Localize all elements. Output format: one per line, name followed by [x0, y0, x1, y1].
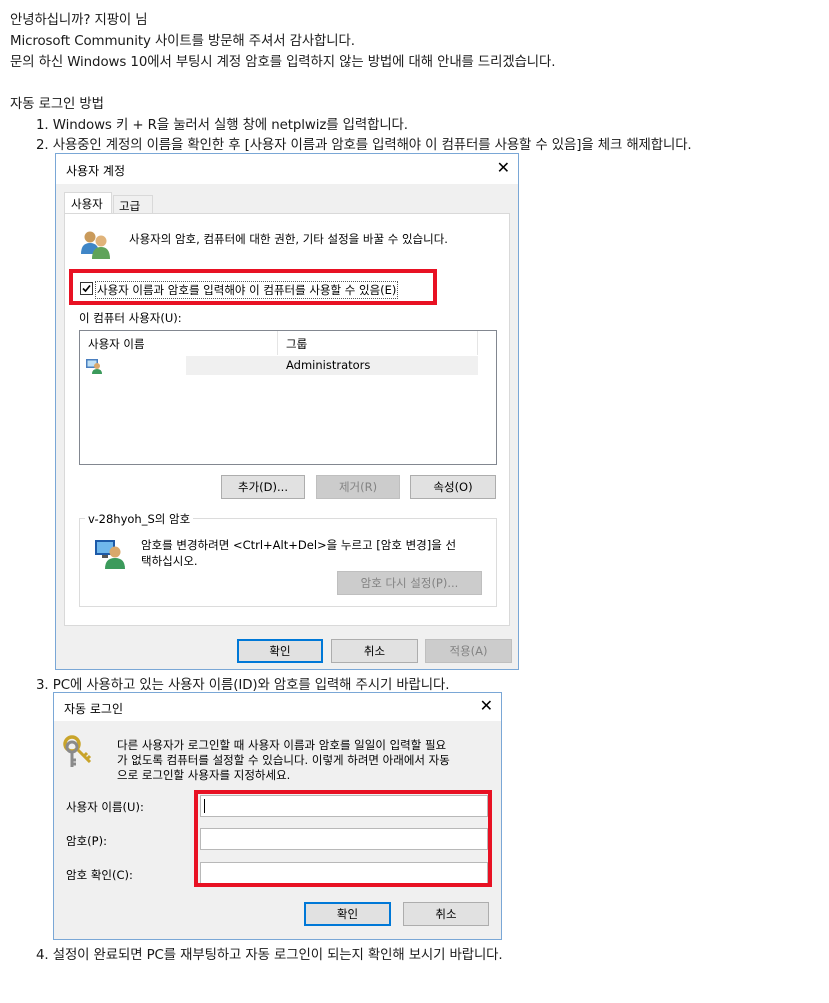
step-4: 4. 설정이 완료되면 PC를 재부팅하고 자동 로그인이 되는지 확인해 보시… [36, 948, 503, 963]
tab-users[interactable]: 사용자 [64, 192, 112, 214]
cancel-button[interactable]: 취소 [331, 639, 418, 663]
password-instructions-1: 암호를 변경하려면 <Ctrl+Alt+Del>을 누르고 [암호 변경]을 선 [141, 538, 457, 552]
password-label: 암호(P): [66, 834, 107, 848]
auto-login-description-3: 으로 로그인할 사용자를 지정하세요. [117, 768, 291, 782]
table-row[interactable]: Administrators [80, 356, 478, 375]
ok-button[interactable]: 확인 [237, 639, 323, 663]
add-user-button[interactable]: 추가(D)... [221, 475, 305, 499]
checkbox-highlight [69, 269, 437, 305]
password-group-title: v-28hyoh_S의 암호 [85, 511, 194, 527]
user-icon [85, 357, 103, 374]
auto-login-description-1: 다른 사용자가 로그인할 때 사용자 이름과 암호를 일일이 입력할 필요 [117, 738, 447, 752]
apply-button[interactable]: 적용(A) [425, 639, 512, 663]
column-group-label: 그룹 [286, 337, 308, 351]
username-label: 사용자 이름(U): [66, 800, 144, 814]
step-1: 1. Windows 키 + R을 눌러서 실행 창에 netplwiz를 입력… [36, 118, 408, 133]
tab-advanced[interactable]: 고급 [113, 195, 153, 214]
dialog-title: 사용자 계정 [66, 164, 126, 178]
password-instructions-2: 택하십시오. [141, 554, 198, 568]
column-header-username[interactable]: 사용자 이름 [80, 331, 278, 355]
fields-highlight [194, 790, 492, 887]
step-2: 2. 사용중인 계정의 이름을 확인한 후 [사용자 이름과 암호를 입력해야 … [36, 138, 692, 153]
ok-button[interactable]: 확인 [304, 902, 391, 926]
close-icon[interactable]: ✕ [480, 696, 493, 716]
keys-icon [62, 733, 98, 769]
column-username-label: 사용자 이름 [88, 337, 145, 351]
users-icon [79, 228, 113, 262]
dialog-description: 사용자의 암호, 컴퓨터에 대한 권한, 기타 설정을 바꿀 수 있습니다. [129, 232, 448, 246]
tab-advanced-label: 고급 [119, 199, 141, 213]
step-3: 3. PC에 사용하고 있는 사용자 이름(ID)와 암호를 입력해 주시기 바… [36, 678, 450, 693]
section-title: 자동 로그인 방법 [10, 97, 104, 112]
cancel-button[interactable]: 취소 [403, 902, 489, 926]
thanks-text: Microsoft Community 사이트를 방문해 주셔서 감사합니다. [10, 34, 355, 49]
confirm-password-label: 암호 확인(C): [66, 868, 133, 882]
properties-button[interactable]: 속성(O) [410, 475, 496, 499]
user-accounts-dialog: 사용자 계정 ✕ 사용자 고급 사용자의 암호, 컴퓨터에 대한 권한, 기타 … [55, 153, 519, 670]
remove-user-button[interactable]: 제거(R) [316, 475, 400, 499]
dialog-titlebar: 사용자 계정 ✕ [56, 154, 518, 184]
users-listview[interactable]: 사용자 이름 그룹 Administrators [79, 330, 497, 465]
greeting-text: 안녕하십니까? 지팡이 님 [10, 13, 148, 28]
password-user-icon [94, 536, 128, 570]
column-header-group[interactable]: 그룹 [278, 331, 478, 355]
row-group: Administrators [286, 358, 371, 372]
tab-users-label: 사용자 [71, 197, 103, 211]
question-text: 문의 하신 Windows 10에서 부팅시 계정 암호를 입력하지 않는 방법… [10, 55, 556, 70]
reset-password-button[interactable]: 암호 다시 설정(P)... [337, 571, 482, 595]
auto-login-description-2: 가 없도록 컴퓨터를 설정할 수 있습니다. 이렇게 하려면 아래에서 자동 [117, 753, 450, 767]
users-list-label: 이 컴퓨터 사용자(U): [79, 311, 182, 325]
dialog-titlebar: 자동 로그인 ✕ [54, 693, 501, 721]
close-icon[interactable]: ✕ [497, 158, 510, 178]
dialog-title: 자동 로그인 [64, 702, 124, 716]
